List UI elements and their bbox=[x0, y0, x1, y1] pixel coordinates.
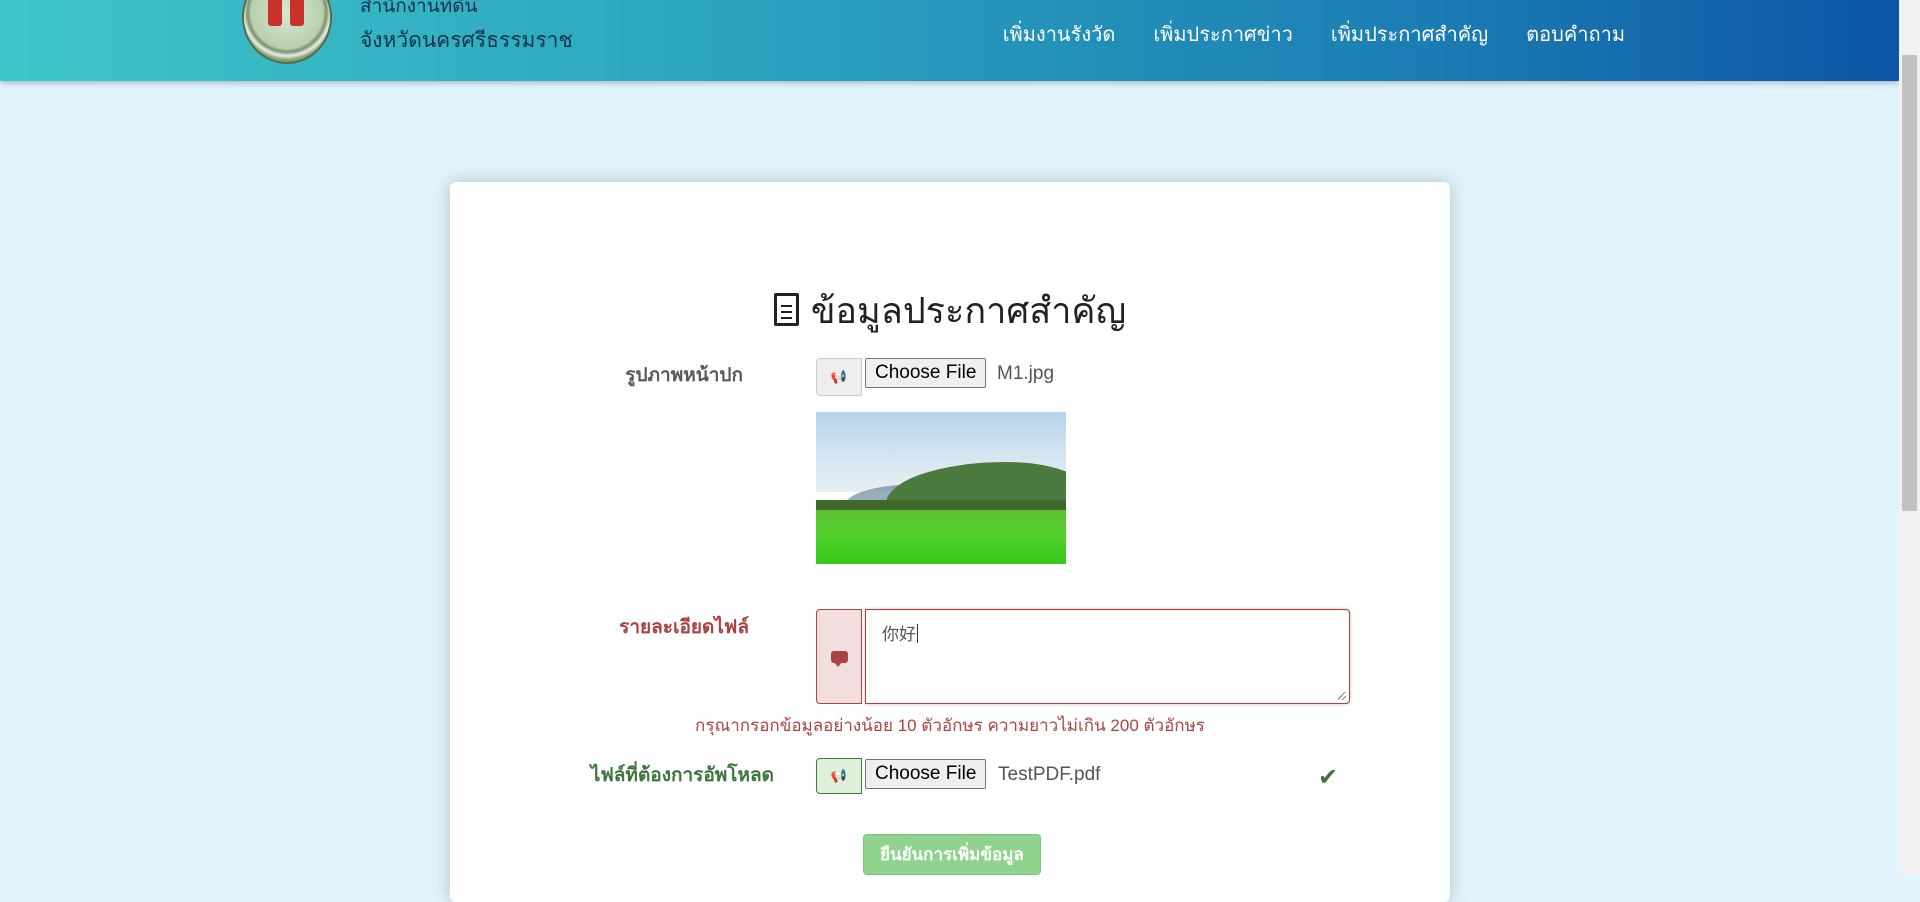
main-nav: เพิ่มงานรังวัด เพิ่มประกาศข่าว เพิ่มประก… bbox=[984, 18, 1644, 50]
detail-input-addon bbox=[816, 609, 862, 704]
nav-answer-questions[interactable]: ตอบคำถาม bbox=[1507, 18, 1644, 50]
upload-input-addon: 📢 bbox=[816, 758, 862, 794]
nav-add-news[interactable]: เพิ่มประกาศข่าว bbox=[1134, 18, 1312, 50]
upload-file-label: ไฟล์ที่ต้องการอัพโหลด bbox=[590, 765, 774, 786]
logo-figure-left bbox=[268, 0, 282, 26]
brand-name-line1: สำนักงานที่ดิน bbox=[360, 0, 478, 17]
office-seal-logo[interactable] bbox=[242, 0, 332, 64]
nav-add-survey[interactable]: เพิ่มงานรังวัด bbox=[984, 18, 1135, 50]
comment-icon bbox=[830, 650, 848, 667]
form-title-text: ข้อมูลประกาศสำคัญ bbox=[810, 290, 1127, 331]
cover-input-addon: 📢 bbox=[816, 358, 862, 396]
brand-name-line2: จังหวัดนครศรีธรรมราช bbox=[360, 29, 573, 52]
megaphone-icon: 📢 bbox=[830, 369, 848, 385]
megaphone-icon: 📢 bbox=[830, 768, 848, 784]
textarea-resize-handle[interactable] bbox=[1338, 692, 1346, 700]
detail-validation-message: กรุณากรอกข้อมูลอย่างน้อย 10 ตัวอักษร ควา… bbox=[695, 716, 1205, 735]
submit-button[interactable]: ยืนยันการเพิ่มข้อมูล bbox=[863, 834, 1041, 875]
check-icon: ✔ bbox=[1318, 763, 1339, 791]
nav-add-important-notice[interactable]: เพิ่มประกาศสำคัญ bbox=[1312, 18, 1507, 50]
file-detail-label: รายละเอียดไฟล์ bbox=[619, 617, 749, 638]
file-detail-value: 你好 bbox=[882, 625, 916, 645]
cover-image-preview bbox=[816, 412, 1066, 564]
top-navbar: สำนักงานที่ดิน จังหวัดนครศรีธรรมราช เพิ่… bbox=[0, 0, 1899, 81]
upload-file-name: TestPDF.pdf bbox=[998, 764, 1101, 785]
text-caret bbox=[917, 624, 918, 643]
cover-image-label: รูปภาพหน้าปก bbox=[625, 365, 743, 386]
upload-choose-file-button[interactable]: Choose File bbox=[865, 759, 987, 789]
file-text-icon bbox=[773, 293, 799, 326]
form-card: ข้อมูลประกาศสำคัญ รูปภาพหน้าปก 📢 Choose … bbox=[450, 182, 1450, 902]
scrollbar-thumb[interactable] bbox=[1902, 55, 1917, 511]
page-scrollbar[interactable] bbox=[1899, 0, 1920, 875]
cover-choose-file-button[interactable]: Choose File bbox=[865, 358, 987, 388]
form-title: ข้อมูลประกาศสำคัญ bbox=[450, 282, 1450, 339]
logo-figure-right bbox=[290, 0, 304, 26]
cover-file-name: M1.jpg bbox=[997, 363, 1055, 384]
file-detail-textarea[interactable]: 你好 bbox=[865, 609, 1350, 704]
